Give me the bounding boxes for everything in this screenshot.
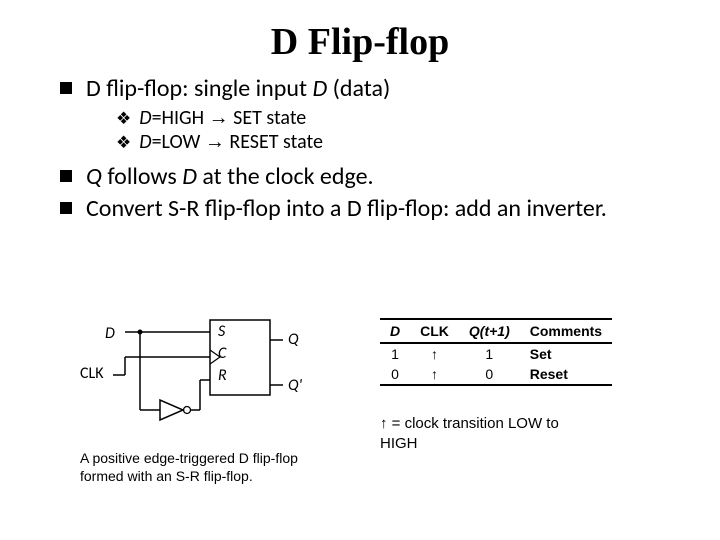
table-row: 1 ↑ 1 Set: [380, 343, 612, 364]
circuit-svg: [75, 310, 295, 430]
table-row: 0 ↑ 0 Reset: [380, 364, 612, 385]
square-bullet-icon: [60, 170, 72, 182]
slide-title: D Flip-flop: [0, 0, 720, 74]
lower-area: D CLK S C R Q Q': [0, 310, 720, 510]
sub-list: ❖ D=HIGH → SET state ❖ D=LOW → RESET sta…: [116, 106, 680, 154]
diamond-bullet-icon: ❖: [116, 108, 131, 129]
bullet-1-text: D flip-flop: single input D (data): [86, 74, 390, 104]
th-comments: Comments: [520, 319, 612, 343]
th-d: D: [380, 319, 410, 343]
bullet-1: D flip-flop: single input D (data): [60, 74, 680, 104]
truth-table-area: D CLK Q(t+1) Comments 1 ↑ 1 Set 0 ↑ 0 Re…: [380, 310, 700, 510]
bullet-3: Convert S-R flip-flop into a D flip-flop…: [60, 194, 680, 224]
bullet-2-text: Q follows D at the clock edge.: [86, 162, 374, 192]
truth-table: D CLK Q(t+1) Comments 1 ↑ 1 Set 0 ↑ 0 Re…: [380, 318, 612, 386]
sub-1-text: D=HIGH → SET state: [139, 106, 306, 130]
bullet-2: Q follows D at the clock edge.: [60, 162, 680, 192]
square-bullet-icon: [60, 202, 72, 214]
th-clk: CLK: [410, 319, 459, 343]
circuit-diagram: D CLK S C R Q Q': [0, 310, 380, 510]
square-bullet-icon: [60, 82, 72, 94]
sub-2-text: D=LOW → RESET state: [139, 130, 323, 154]
legend-text: ↑ = clock transition LOW to HIGH: [380, 414, 700, 453]
diagram-caption: A positive edge-triggered D flip-flop fo…: [80, 450, 340, 485]
table-header-row: D CLK Q(t+1) Comments: [380, 319, 612, 343]
sub-2: ❖ D=LOW → RESET state: [116, 130, 680, 154]
content-area: D flip-flop: single input D (data) ❖ D=H…: [0, 74, 720, 224]
bullet-3-text: Convert S-R flip-flop into a D flip-flop…: [86, 194, 607, 224]
sub-1: ❖ D=HIGH → SET state: [116, 106, 680, 130]
diamond-bullet-icon: ❖: [116, 132, 131, 153]
th-qnext: Q(t+1): [459, 319, 520, 343]
